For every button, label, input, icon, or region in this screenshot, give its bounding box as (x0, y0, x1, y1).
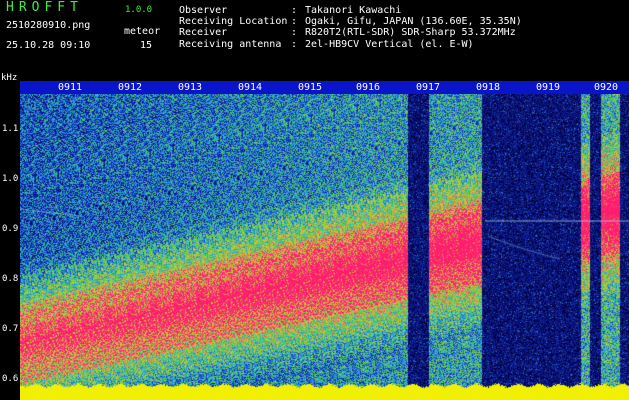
info-sep: : (291, 16, 298, 28)
y-tick-label: 0.9 (2, 224, 19, 234)
info-key: Observer (179, 5, 228, 16)
info-sep: : (291, 27, 298, 39)
station-info: Observer: Takanori Kawachi Receiving Loca… (179, 5, 522, 50)
app-version: 1.0.0 (125, 5, 153, 15)
x-tick-label: 0919 (536, 82, 561, 93)
app-title: HROFFT (6, 0, 83, 15)
info-value: Takanori Kawachi (305, 5, 402, 16)
datetime: 25.10.28 09:10 (6, 40, 91, 51)
info-sep: : (291, 38, 298, 50)
info-row-antenna: Receiving antenna:2el-HB9CV Vertical (el… (179, 39, 522, 50)
x-tick-label: 0916 (356, 82, 381, 93)
meteor-label: meteor (124, 26, 161, 37)
info-value: 2el-HB9CV Vertical (el. E-W) (305, 38, 474, 50)
info-row-location: Receiving Location: Ogaki, Gifu, JAPAN (1… (179, 16, 522, 27)
x-tick-label: 0911 (58, 82, 83, 93)
info-row-observer: Observer: Takanori Kawachi (179, 5, 522, 16)
y-tick-label: 0.7 (2, 324, 19, 334)
y-tick-label: 0.8 (2, 274, 19, 284)
x-tick-label: 0920 (594, 82, 619, 93)
y-tick-label: 1.0 (2, 174, 19, 184)
info-row-receiver: Receiver: R820T2(RTL-SDR) SDR-Sharp 53.37… (179, 27, 522, 38)
y-axis-unit: kHz (1, 73, 18, 83)
meteor-count: 15 (140, 40, 153, 51)
x-tick-label: 0915 (298, 82, 323, 93)
info-key: Receiving antenna (179, 38, 282, 50)
x-tick-label: 0912 (118, 82, 143, 93)
y-tick-label: 1.1 (2, 124, 19, 134)
y-tick-label: 0.6 (2, 374, 19, 384)
x-tick-label: 0918 (476, 82, 501, 93)
x-tick-label: 0914 (238, 82, 263, 93)
waterfall-spectrogram (20, 94, 629, 400)
info-sep: : (291, 5, 298, 16)
x-tick-label: 0913 (178, 82, 203, 93)
info-key: Receiving Location (179, 16, 288, 28)
info-value: Ogaki, Gifu, JAPAN (136.60E, 35.35N) (305, 16, 522, 28)
info-key: Receiver (179, 27, 228, 39)
info-value: R820T2(RTL-SDR) SDR-Sharp 53.372MHz (305, 27, 516, 39)
file-name: 2510280910.png (6, 20, 91, 31)
x-tick-label: 0917 (416, 82, 441, 93)
